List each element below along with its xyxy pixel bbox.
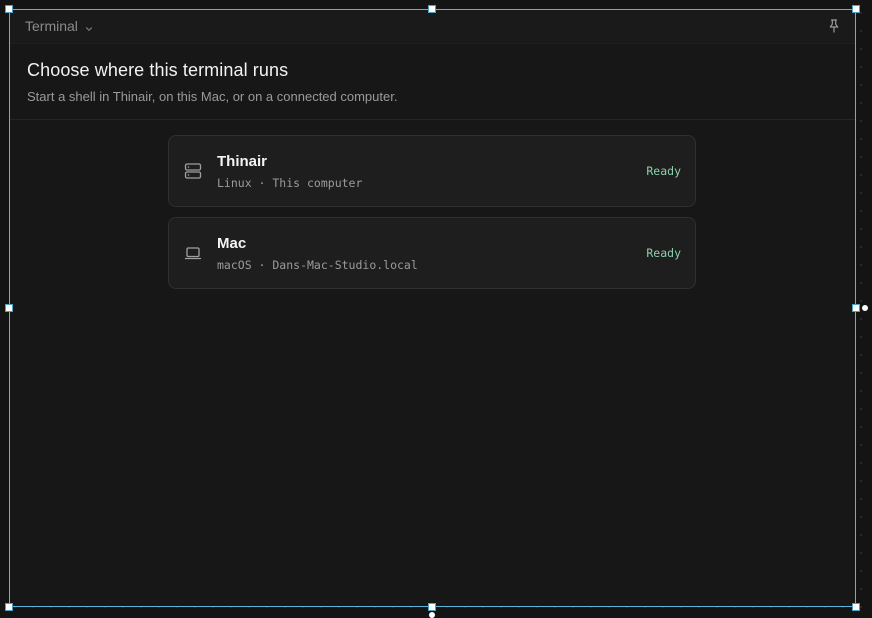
status-badge: Ready	[646, 246, 681, 260]
panel-titlebar: Terminal	[9, 9, 856, 44]
target-card-text: Thinair Linux · This computer	[217, 153, 362, 190]
pin-icon[interactable]	[826, 18, 842, 34]
target-name: Thinair	[217, 152, 268, 170]
status-badge: Ready	[646, 164, 681, 178]
page-subtitle: Start a shell in Thinair, on this Mac, o…	[27, 89, 398, 104]
resize-handle-left[interactable]	[5, 304, 13, 312]
target-meta: macOS · Dans-Mac-Studio.local	[217, 257, 418, 272]
connection-point[interactable]	[429, 612, 435, 618]
target-name: Mac	[217, 234, 247, 252]
resize-handle-top-left[interactable]	[5, 5, 13, 13]
target-card-text: Mac macOS · Dans-Mac-Studio.local	[217, 235, 418, 272]
target-card-thinair[interactable]: Thinair Linux · This computer Ready	[168, 135, 696, 207]
target-meta: Linux · This computer	[217, 175, 363, 190]
target-card-mac[interactable]: Mac macOS · Dans-Mac-Studio.local Ready	[168, 217, 696, 289]
connection-point[interactable]	[862, 305, 868, 311]
panel-header: Choose where this terminal runs Start a …	[9, 44, 856, 120]
resize-handle-top[interactable]	[428, 5, 436, 13]
resize-handle-bottom-left[interactable]	[5, 603, 13, 611]
page-title: Choose where this terminal runs	[27, 60, 289, 80]
resize-handle-bottom[interactable]	[428, 603, 436, 611]
chevron-down-icon	[84, 21, 94, 31]
terminal-panel: Terminal Choose where this terminal runs…	[9, 9, 856, 607]
target-list: Thinair Linux · This computer Ready Mac …	[168, 135, 696, 299]
panel-title-dropdown[interactable]: Terminal	[25, 18, 94, 34]
panel-title: Terminal	[25, 18, 78, 34]
laptop-icon	[183, 243, 203, 263]
server-icon	[183, 161, 203, 181]
resize-handle-bottom-right[interactable]	[852, 603, 860, 611]
resize-handle-right[interactable]	[852, 304, 860, 312]
resize-handle-top-right[interactable]	[852, 5, 860, 13]
